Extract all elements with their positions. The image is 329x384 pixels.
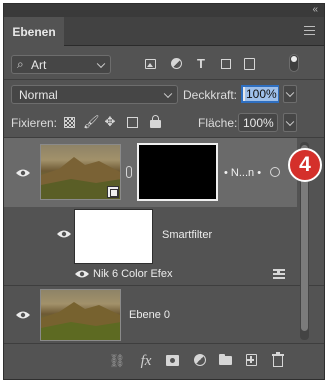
smart-object-badge-icon bbox=[107, 186, 119, 198]
smart-filter-row[interactable]: Smartfilter bbox=[4, 207, 297, 264]
layer-filter-value: Art bbox=[31, 58, 47, 72]
layer-thumbnail bbox=[40, 289, 121, 341]
layers-panel: « Ebenen ⌕ Art T Normal Deckkraft: 100% … bbox=[3, 3, 325, 380]
opacity-value: 100% bbox=[245, 87, 278, 101]
adjustment-filter-icon[interactable] bbox=[171, 58, 182, 69]
filter-name[interactable]: Nik 6 Color Efex bbox=[93, 266, 172, 282]
lock-image-pixels-icon[interactable]: 🖌 bbox=[83, 114, 100, 130]
panel-tab-bar: Ebenen bbox=[4, 17, 324, 46]
layer-filter-select[interactable]: ⌕ Art bbox=[11, 55, 111, 74]
step-number-badge: 4 bbox=[288, 148, 322, 182]
fill-dropdown-button[interactable] bbox=[283, 113, 297, 132]
lock-transparency-icon[interactable] bbox=[64, 117, 75, 128]
smart-object-filter-icon[interactable] bbox=[244, 58, 255, 70]
layers-bottom-toolbar: ⛓ fx bbox=[4, 343, 324, 379]
lock-all-icon[interactable] bbox=[150, 115, 161, 128]
link-chain-icon[interactable] bbox=[126, 166, 132, 178]
collapse-panel-icon[interactable]: « bbox=[312, 4, 318, 16]
blend-mode-value: Normal bbox=[19, 88, 58, 102]
fx-label: fx bbox=[140, 353, 152, 369]
landscape-image bbox=[41, 302, 120, 340]
chevron-down-icon bbox=[285, 88, 295, 98]
layer-row[interactable]: • N...n • bbox=[4, 138, 297, 207]
divider bbox=[4, 79, 324, 80]
new-adjustment-layer-icon[interactable] bbox=[194, 354, 206, 366]
layer-row[interactable]: Ebene 0 bbox=[4, 286, 297, 341]
chevron-down-icon bbox=[163, 89, 173, 98]
chevron-down-icon bbox=[96, 59, 106, 68]
layer-mask-thumbnail[interactable] bbox=[137, 143, 218, 201]
chevron-down-icon bbox=[285, 117, 295, 126]
visibility-eye-icon[interactable] bbox=[56, 229, 72, 239]
smart-filter-mask-thumbnail[interactable] bbox=[74, 209, 153, 264]
opacity-dropdown-button[interactable] bbox=[283, 85, 297, 103]
lock-artboard-icon[interactable] bbox=[127, 117, 138, 128]
visibility-eye-icon[interactable] bbox=[74, 269, 90, 279]
panel-top-strip: « bbox=[4, 4, 324, 17]
visibility-eye-icon[interactable] bbox=[15, 168, 31, 178]
visibility-eye-icon[interactable] bbox=[15, 310, 31, 320]
smart-filter-label: Smartfilter bbox=[162, 229, 213, 241]
add-mask-icon[interactable] bbox=[166, 355, 179, 366]
filter-blending-options-icon[interactable] bbox=[273, 269, 285, 279]
smart-object-icon bbox=[270, 167, 280, 177]
lock-label: Fixieren: bbox=[11, 116, 58, 130]
fill-value: 100% bbox=[243, 116, 274, 130]
layer-thumbnail bbox=[40, 144, 121, 200]
layer-name[interactable]: • N...n • bbox=[224, 165, 261, 181]
type-filter-icon[interactable]: T bbox=[194, 56, 208, 72]
filter-row[interactable]: Nik 6 Color Efex bbox=[4, 263, 297, 285]
fill-input[interactable]: 100% bbox=[238, 113, 278, 132]
tab-ebenen[interactable]: Ebenen bbox=[4, 17, 64, 46]
trash-delete-icon[interactable] bbox=[272, 352, 284, 367]
blend-mode-select[interactable]: Normal bbox=[11, 85, 178, 104]
filter-toggle-icon[interactable] bbox=[289, 54, 299, 72]
layer-style-fx-icon[interactable]: fx bbox=[137, 353, 155, 369]
shape-filter-icon[interactable] bbox=[221, 59, 231, 69]
new-layer-icon[interactable] bbox=[246, 354, 257, 366]
search-icon: ⌕ bbox=[17, 57, 24, 71]
opacity-input[interactable]: 100% bbox=[241, 85, 279, 103]
lock-position-icon[interactable]: ✥ bbox=[103, 114, 117, 130]
opacity-label: Deckkraft: bbox=[183, 88, 238, 102]
image-filter-icon[interactable] bbox=[145, 59, 156, 69]
fill-label: Fläche: bbox=[198, 116, 238, 130]
panel-menu-icon[interactable] bbox=[304, 26, 315, 35]
layer-name[interactable]: Ebene 0 bbox=[129, 307, 170, 323]
new-group-folder-icon[interactable] bbox=[219, 354, 232, 365]
link-layers-icon[interactable]: ⛓ bbox=[108, 353, 126, 369]
